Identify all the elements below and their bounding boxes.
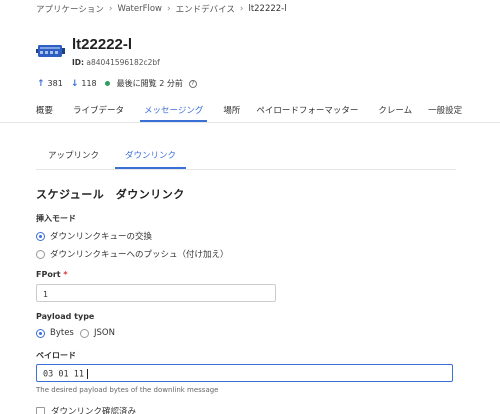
confirmed-downlink[interactable]: ダウンリンク確認済み — [36, 405, 136, 414]
chevron-right-icon: › — [239, 4, 244, 14]
radio-button[interactable] — [80, 328, 89, 338]
breadcrumb: アプリケーション › WaterFlow › エンドデバイス › lt22222… — [36, 3, 287, 15]
chevron-right-icon: › — [108, 4, 113, 14]
payload-helper-text: The desired payload bytes of the downlin… — [36, 386, 219, 394]
section-title: スケジュール ダウンリンク — [36, 188, 185, 201]
tab-uplink[interactable]: アップリンク — [48, 143, 99, 169]
checkbox[interactable] — [36, 406, 45, 414]
tab-downlink[interactable]: ダウンリンク — [115, 143, 187, 169]
insert-mode-label: 挿入モード — [36, 214, 76, 223]
tabs-divider — [0, 122, 500, 123]
radio-button[interactable] — [36, 328, 45, 338]
device-id: ID: a84041596182c2bf — [72, 58, 160, 67]
device-tabs: 概要 ライブデータ メッセージング 場所 ペイロードフォーマッター クレーム 一… — [36, 97, 500, 122]
insert-mode-push[interactable]: ダウンリンクキューへのプッシュ（付け加え） — [36, 248, 229, 260]
breadcrumb-item-applications[interactable]: アプリケーション — [36, 3, 104, 15]
tab-messaging[interactable]: メッセージング — [140, 97, 208, 122]
breadcrumb-item-end-devices[interactable]: エンドデバイス — [176, 3, 235, 15]
subtabs-divider — [36, 169, 456, 170]
payload-label: ペイロード — [36, 351, 76, 360]
messaging-subtabs: アップリンク ダウンリンク — [36, 143, 187, 169]
fport-input[interactable]: 1 — [36, 284, 276, 302]
insert-mode-push-label: ダウンリンクキューへのプッシュ（付け加え） — [50, 250, 229, 260]
help-icon[interactable]: ? — [188, 79, 197, 88]
device-icon — [36, 45, 65, 57]
insert-mode-replace[interactable]: ダウンリンクキューの交換 — [36, 230, 152, 242]
payload-type-label: Payload type — [36, 312, 95, 321]
payload-type-json-label: JSON — [94, 328, 115, 338]
device-header: lt22222-l ID: a84041596182c2bf — [36, 36, 160, 67]
status-dot-icon — [104, 81, 110, 86]
device-id-value: a84041596182c2bf — [86, 58, 160, 67]
page-title: lt22222-l — [72, 36, 133, 53]
payload-input[interactable]: 03 01 11 — [36, 364, 453, 382]
fport-label: FPort * — [36, 270, 68, 279]
required-marker: * — [63, 270, 68, 279]
fport-label-text: FPort — [36, 270, 61, 279]
breadcrumb-item-device: lt22222-l — [248, 4, 287, 14]
uplink-count-value: 381 — [47, 79, 63, 88]
fport-input-value: 1 — [43, 290, 49, 299]
payload-type-bytes[interactable]: Bytes — [36, 328, 74, 338]
payload-input-value: 03 01 11 — [43, 369, 84, 380]
tab-payload-formatters[interactable]: ペイロードフォーマッター — [256, 97, 358, 122]
uplink-count: ↑ 381 — [37, 79, 63, 89]
downlink-count-value: 118 — [81, 79, 97, 88]
arrow-up-icon: ↑ — [37, 78, 45, 89]
text-caret — [86, 369, 88, 379]
downlink-count: ↓ 118 — [71, 79, 97, 89]
breadcrumb-item-app[interactable]: WaterFlow — [117, 4, 162, 14]
last-seen: 最後に閲覧 2 分前 ? — [104, 78, 197, 89]
device-id-label: ID: — [72, 58, 85, 67]
tab-overview[interactable]: 概要 — [36, 97, 53, 122]
radio-button[interactable] — [36, 249, 45, 259]
arrow-down-icon: ↓ — [70, 78, 79, 89]
chevron-right-icon: › — [166, 4, 171, 14]
device-stats: ↑ 381 ↓ 118 最後に閲覧 2 分前 ? — [37, 78, 205, 89]
radio-button[interactable] — [36, 231, 45, 241]
tab-location[interactable]: 場所 — [223, 97, 240, 122]
tab-live-data[interactable]: ライブデータ — [73, 97, 124, 122]
tab-claiming[interactable]: クレーム — [378, 97, 412, 122]
confirmed-downlink-label: ダウンリンク確認済み — [51, 407, 137, 414]
payload-type-json[interactable]: JSON — [80, 328, 115, 338]
tab-general-settings[interactable]: 一般設定 — [428, 97, 462, 122]
payload-type-bytes-label: Bytes — [50, 328, 74, 338]
last-seen-text: 最後に閲覧 2 分前 — [116, 79, 183, 88]
insert-mode-replace-label: ダウンリンクキューの交換 — [50, 232, 153, 242]
